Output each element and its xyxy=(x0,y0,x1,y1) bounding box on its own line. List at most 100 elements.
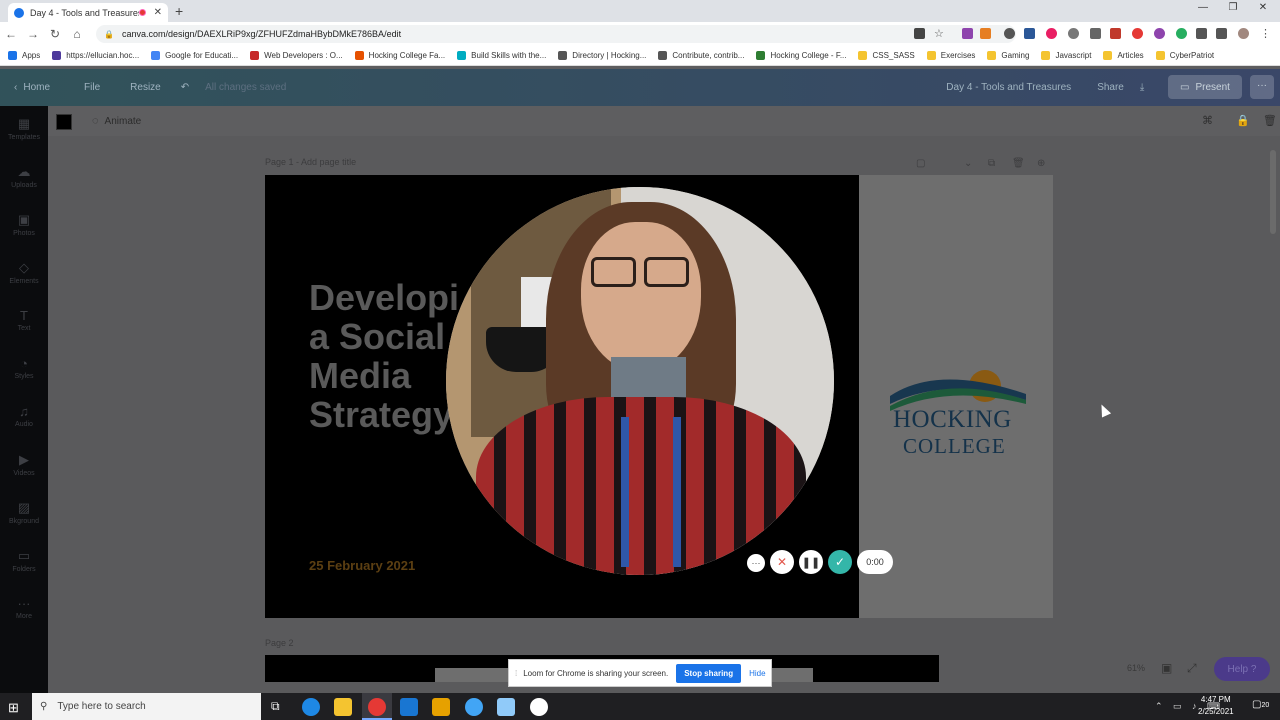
loom-finish-button[interactable]: ✓ xyxy=(828,550,852,574)
undo-icon[interactable]: ↶ xyxy=(181,82,189,93)
edge-icon[interactable] xyxy=(302,698,320,716)
bookmark-item[interactable]: https://ellucian.hoc... xyxy=(52,51,139,60)
sidebar-item-photos[interactable]: ▣ Photos xyxy=(0,212,48,237)
trash-icon[interactable]: 🗑 xyxy=(1263,115,1277,127)
sidebar-item-videos[interactable]: ▶ Videos xyxy=(0,452,48,477)
download-icon[interactable] xyxy=(1090,28,1101,39)
extension-icon[interactable] xyxy=(1110,28,1121,39)
bookmark-item[interactable]: CSS_SASS xyxy=(858,51,915,60)
slide-title[interactable]: Developi a Social Media Strategy xyxy=(309,278,459,434)
sidebar-item-uploads[interactable]: ☁ Uploads xyxy=(0,164,48,189)
add-page-icon[interactable]: ⊕ xyxy=(1037,158,1045,169)
bookmark-item[interactable]: Javascript xyxy=(1041,51,1091,60)
bookmark-item[interactable]: Contribute, contrib... xyxy=(658,51,744,60)
home-link[interactable]: Home xyxy=(23,82,50,93)
word-icon[interactable] xyxy=(1024,28,1035,39)
bookmark-item[interactable]: Hocking College - F... xyxy=(756,51,846,60)
notes-icon[interactable]: ▢ xyxy=(916,158,925,169)
camera-icon[interactable] xyxy=(914,28,925,39)
vscode-icon[interactable] xyxy=(400,698,418,716)
bookmark-item[interactable]: CyberPatriot xyxy=(1155,51,1214,60)
close-tab-icon[interactable]: ✕ xyxy=(154,7,162,18)
bookmark-item[interactable]: Build Skills with the... xyxy=(457,51,546,60)
bookmark-item[interactable]: Articles xyxy=(1103,51,1144,60)
bookmark-item[interactable]: Web Developers : O... xyxy=(250,51,343,60)
animate-button[interactable]: ◌ Animate xyxy=(92,115,141,127)
extension-icon[interactable] xyxy=(1046,28,1057,39)
help-button[interactable]: Help ? xyxy=(1214,657,1270,681)
chevron-left-icon[interactable]: ‹ xyxy=(14,82,17,93)
bookmark-item[interactable]: Directory | Hocking... xyxy=(558,51,646,60)
extension-icon[interactable] xyxy=(962,28,973,39)
sidebar-item-elements[interactable]: ◇ Elements xyxy=(0,260,48,285)
sidebar-item-templates[interactable]: ▦ Templates xyxy=(0,116,48,141)
restore-button[interactable]: ❐ xyxy=(1218,2,1248,18)
chevron-down-icon[interactable]: ⌄ xyxy=(964,158,972,169)
profile-avatar[interactable] xyxy=(1238,28,1249,39)
notifications-icon[interactable]: ▢20 xyxy=(1252,699,1269,710)
slide-date[interactable]: 25 February 2021 xyxy=(309,558,415,573)
app-icon[interactable] xyxy=(530,698,548,716)
minimize-button[interactable]: — xyxy=(1188,2,1218,18)
drag-handle-icon[interactable]: ⁞ xyxy=(515,669,517,678)
extension-icon[interactable] xyxy=(1154,28,1165,39)
extension-icon[interactable] xyxy=(1068,28,1079,39)
taskbar-clock[interactable]: 4:47 PM 2/25/2021 xyxy=(1198,694,1234,718)
paint-format-icon[interactable]: ⌘ xyxy=(1202,115,1213,127)
sidebar-item-bkground[interactable]: ▨ Bkground xyxy=(0,500,48,525)
color-swatch[interactable] xyxy=(56,114,72,130)
forward-icon[interactable]: → xyxy=(22,27,44,41)
reload-icon[interactable]: ↻ xyxy=(44,27,66,41)
home-icon[interactable]: ⌂ xyxy=(66,27,88,41)
sidebar-item-more[interactable]: ··· More xyxy=(0,596,48,620)
close-window-button[interactable]: ✕ xyxy=(1248,2,1278,18)
grid-view-icon[interactable]: ▣ xyxy=(1161,661,1172,675)
bookmark-item[interactable]: Google for Educati... xyxy=(151,51,238,60)
loom-pause-button[interactable]: ❚❚ xyxy=(799,550,823,574)
stop-sharing-button[interactable]: Stop sharing xyxy=(676,663,742,683)
windows-start-icon[interactable]: ⊞ xyxy=(8,700,19,716)
bookmark-item[interactable]: Apps xyxy=(8,51,40,60)
menu-icon[interactable]: ⋮ xyxy=(1260,27,1271,40)
loom-more-button[interactable]: ··· xyxy=(747,554,765,572)
sidebar-item-audio[interactable]: ♫ Audio xyxy=(0,404,48,428)
download-icon[interactable]: ⤓ xyxy=(1140,82,1144,93)
loom-cancel-button[interactable]: ✕ xyxy=(770,550,794,574)
page-2-label[interactable]: Page 2 xyxy=(265,638,294,648)
sidebar-item-folders[interactable]: ▭ Folders xyxy=(0,548,48,573)
loom-camera-bubble[interactable] xyxy=(446,187,834,575)
present-button[interactable]: ▭ Present xyxy=(1168,75,1242,99)
new-tab-button[interactable]: + xyxy=(175,3,183,19)
app-icon[interactable] xyxy=(465,698,483,716)
task-view-icon[interactable]: ⧉ xyxy=(271,699,280,714)
design-title[interactable]: Day 4 - Tools and Treasures xyxy=(946,82,1071,93)
media-icon[interactable] xyxy=(1216,28,1227,39)
bookmark-item[interactable]: Exercises xyxy=(926,51,975,60)
sidebar-item-styles[interactable]: ◔ Styles xyxy=(0,356,48,380)
taskbar-search[interactable]: ⚲ Type here to search xyxy=(32,693,261,720)
file-menu[interactable]: File xyxy=(84,82,100,93)
fullscreen-icon[interactable]: ⤢ xyxy=(1187,661,1197,676)
extension-icon[interactable] xyxy=(1004,28,1015,39)
share-button[interactable]: Share xyxy=(1097,82,1124,93)
bookmark-item[interactable]: Gaming xyxy=(987,51,1029,60)
sidebar-item-text[interactable]: T Text xyxy=(0,308,48,332)
app-icon[interactable] xyxy=(432,698,450,716)
resize-menu[interactable]: Resize xyxy=(130,82,161,93)
bookmark-star-icon[interactable]: ☆ xyxy=(934,27,944,40)
extension-icon[interactable] xyxy=(1132,28,1143,39)
app-icon[interactable] xyxy=(497,698,515,716)
address-bar[interactable]: 🔒 canva.com/design/DAEXLRiP9xg/ZFHUFZdma… xyxy=(96,25,1016,43)
more-options-button[interactable]: ··· xyxy=(1250,75,1274,99)
vertical-scrollbar[interactable] xyxy=(1270,150,1276,234)
duplicate-page-icon[interactable]: ⧉ xyxy=(988,158,995,169)
extensions-puzzle-icon[interactable] xyxy=(1196,28,1207,39)
extension-icon[interactable] xyxy=(980,28,991,39)
bookmark-item[interactable]: Hocking College Fa... xyxy=(354,51,445,60)
file-explorer-icon[interactable] xyxy=(334,698,352,716)
delete-page-icon[interactable]: 🗑 xyxy=(1012,158,1025,169)
browser-tab[interactable]: Day 4 - Tools and Treasures ✕ xyxy=(8,3,168,22)
grammarly-icon[interactable] xyxy=(1176,28,1187,39)
page-title[interactable]: Page 1 - Add page title xyxy=(265,157,356,167)
lock-icon[interactable]: 🔒 xyxy=(1236,115,1250,127)
